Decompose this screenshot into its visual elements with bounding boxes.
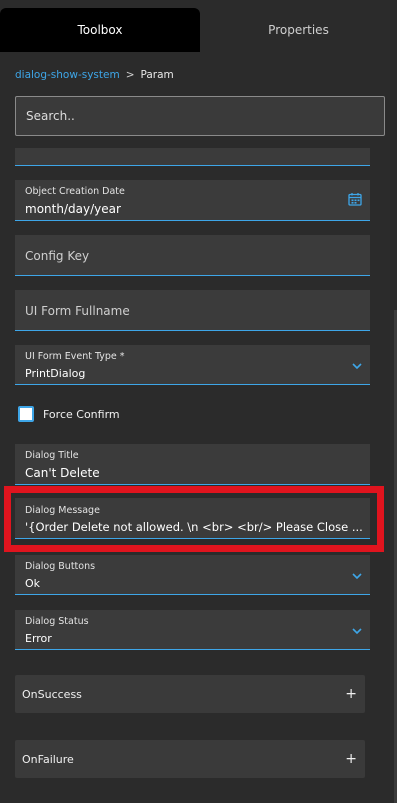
dialog-buttons-value: Ok <box>25 577 41 590</box>
dialog-status-select[interactable]: Dialog Status Error <box>15 610 370 650</box>
ui-form-event-type-label: UI Form Event Type * <box>25 351 125 362</box>
dialog-message-highlight <box>4 486 384 552</box>
ui-form-fullname-placeholder: UI Form Fullname <box>25 304 130 318</box>
force-confirm-row: Force Confirm <box>18 405 120 423</box>
dialog-title-value: Can't Delete <box>25 466 100 480</box>
dialog-buttons-select[interactable]: Dialog Buttons Ok <box>15 555 370 595</box>
on-success-section[interactable]: OnSuccess + <box>15 675 365 713</box>
config-key-placeholder: Config Key <box>25 249 90 263</box>
on-failure-label: OnFailure <box>22 752 74 766</box>
chevron-down-icon[interactable] <box>352 626 362 636</box>
config-key-field[interactable]: Config Key <box>15 235 370 276</box>
object-creation-date-field[interactable]: Object Creation Date month/day/year <box>15 180 370 221</box>
dialog-status-value: Error <box>25 632 52 645</box>
dialog-status-label: Dialog Status <box>25 616 89 627</box>
chevron-down-icon[interactable] <box>352 571 362 581</box>
dialog-title-label: Dialog Title <box>25 450 79 461</box>
breadcrumb-current: Param <box>140 69 174 81</box>
ui-form-event-type-value: PrintDialog <box>25 367 86 380</box>
ui-form-fullname-field[interactable]: UI Form Fullname <box>15 290 370 331</box>
object-creation-date-label: Object Creation Date <box>25 186 125 197</box>
tab-properties[interactable]: Properties <box>200 8 397 52</box>
breadcrumb: dialog-show-system > Param <box>15 66 174 84</box>
plus-icon[interactable]: + <box>345 751 357 767</box>
partial-field[interactable] <box>15 148 370 166</box>
panel-tabs: Toolbox Properties <box>0 8 397 52</box>
dialog-buttons-label: Dialog Buttons <box>25 561 96 572</box>
breadcrumb-separator: > <box>125 69 135 81</box>
breadcrumb-link[interactable]: dialog-show-system <box>15 69 120 81</box>
dialog-title-field[interactable]: Dialog Title Can't Delete <box>15 444 370 485</box>
force-confirm-checkbox[interactable] <box>18 406 34 422</box>
plus-icon[interactable]: + <box>345 686 357 702</box>
ui-form-event-type-select[interactable]: UI Form Event Type * PrintDialog <box>15 345 370 385</box>
tab-toolbox[interactable]: Toolbox <box>0 8 200 52</box>
force-confirm-label: Force Confirm <box>43 407 120 421</box>
on-success-label: OnSuccess <box>22 687 82 701</box>
search-input[interactable]: Search.. <box>15 96 385 136</box>
object-creation-date-value: month/day/year <box>25 202 121 216</box>
search-placeholder: Search.. <box>26 109 75 123</box>
chevron-down-icon[interactable] <box>352 361 362 371</box>
calendar-icon[interactable] <box>348 192 362 206</box>
on-failure-section[interactable]: OnFailure + <box>15 740 365 778</box>
